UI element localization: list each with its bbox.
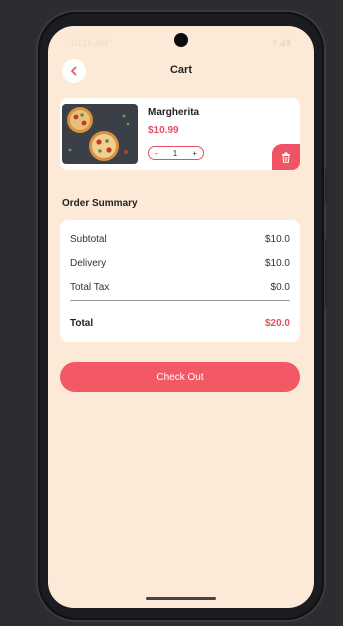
order-summary-card: Subtotal $10.0 Delivery $10.0 Total Tax … (60, 220, 300, 342)
power-button (325, 168, 329, 204)
quantity-value: 1 (172, 148, 178, 158)
cart-item-card: Margherita $10.99 - 1 + (60, 98, 300, 170)
total-label: Total (70, 318, 94, 329)
increment-button[interactable]: + (192, 149, 197, 158)
status-time: 10:15 AM (70, 38, 109, 48)
subtotal-value: $10.0 (264, 234, 290, 245)
volume-button (325, 238, 329, 308)
status-bar: 10:15 AM ▾◢▮ (48, 26, 314, 54)
summary-divider (70, 300, 290, 301)
device-frame: 10:15 AM ▾◢▮ Cart Margherita $10.99 - 1 … (0, 0, 343, 626)
status-icons: ▾◢▮ (272, 37, 292, 47)
delivery-value: $10.0 (264, 258, 290, 269)
trash-icon (282, 152, 290, 163)
page-title: Cart (169, 64, 192, 76)
checkout-button[interactable]: Check Out (60, 362, 300, 392)
pizza-image (62, 104, 138, 164)
decrement-button[interactable]: - (155, 149, 158, 158)
delivery-label: Delivery (70, 258, 107, 269)
delete-item-button[interactable] (272, 144, 300, 170)
quantity-stepper: - 1 + (148, 146, 204, 160)
camera-cutout (174, 33, 188, 47)
item-name: Margherita (148, 107, 200, 118)
item-price: $10.99 (148, 125, 179, 136)
tax-value: $0.0 (270, 282, 290, 293)
header: Cart (48, 59, 314, 85)
order-summary-title: Order Summary (62, 198, 138, 209)
app-screen: 10:15 AM ▾◢▮ Cart Margherita $10.99 - 1 … (48, 26, 314, 608)
subtotal-label: Subtotal (70, 234, 107, 245)
tax-label: Total Tax (70, 282, 110, 293)
home-indicator (146, 597, 216, 600)
total-value: $20.0 (264, 318, 290, 329)
